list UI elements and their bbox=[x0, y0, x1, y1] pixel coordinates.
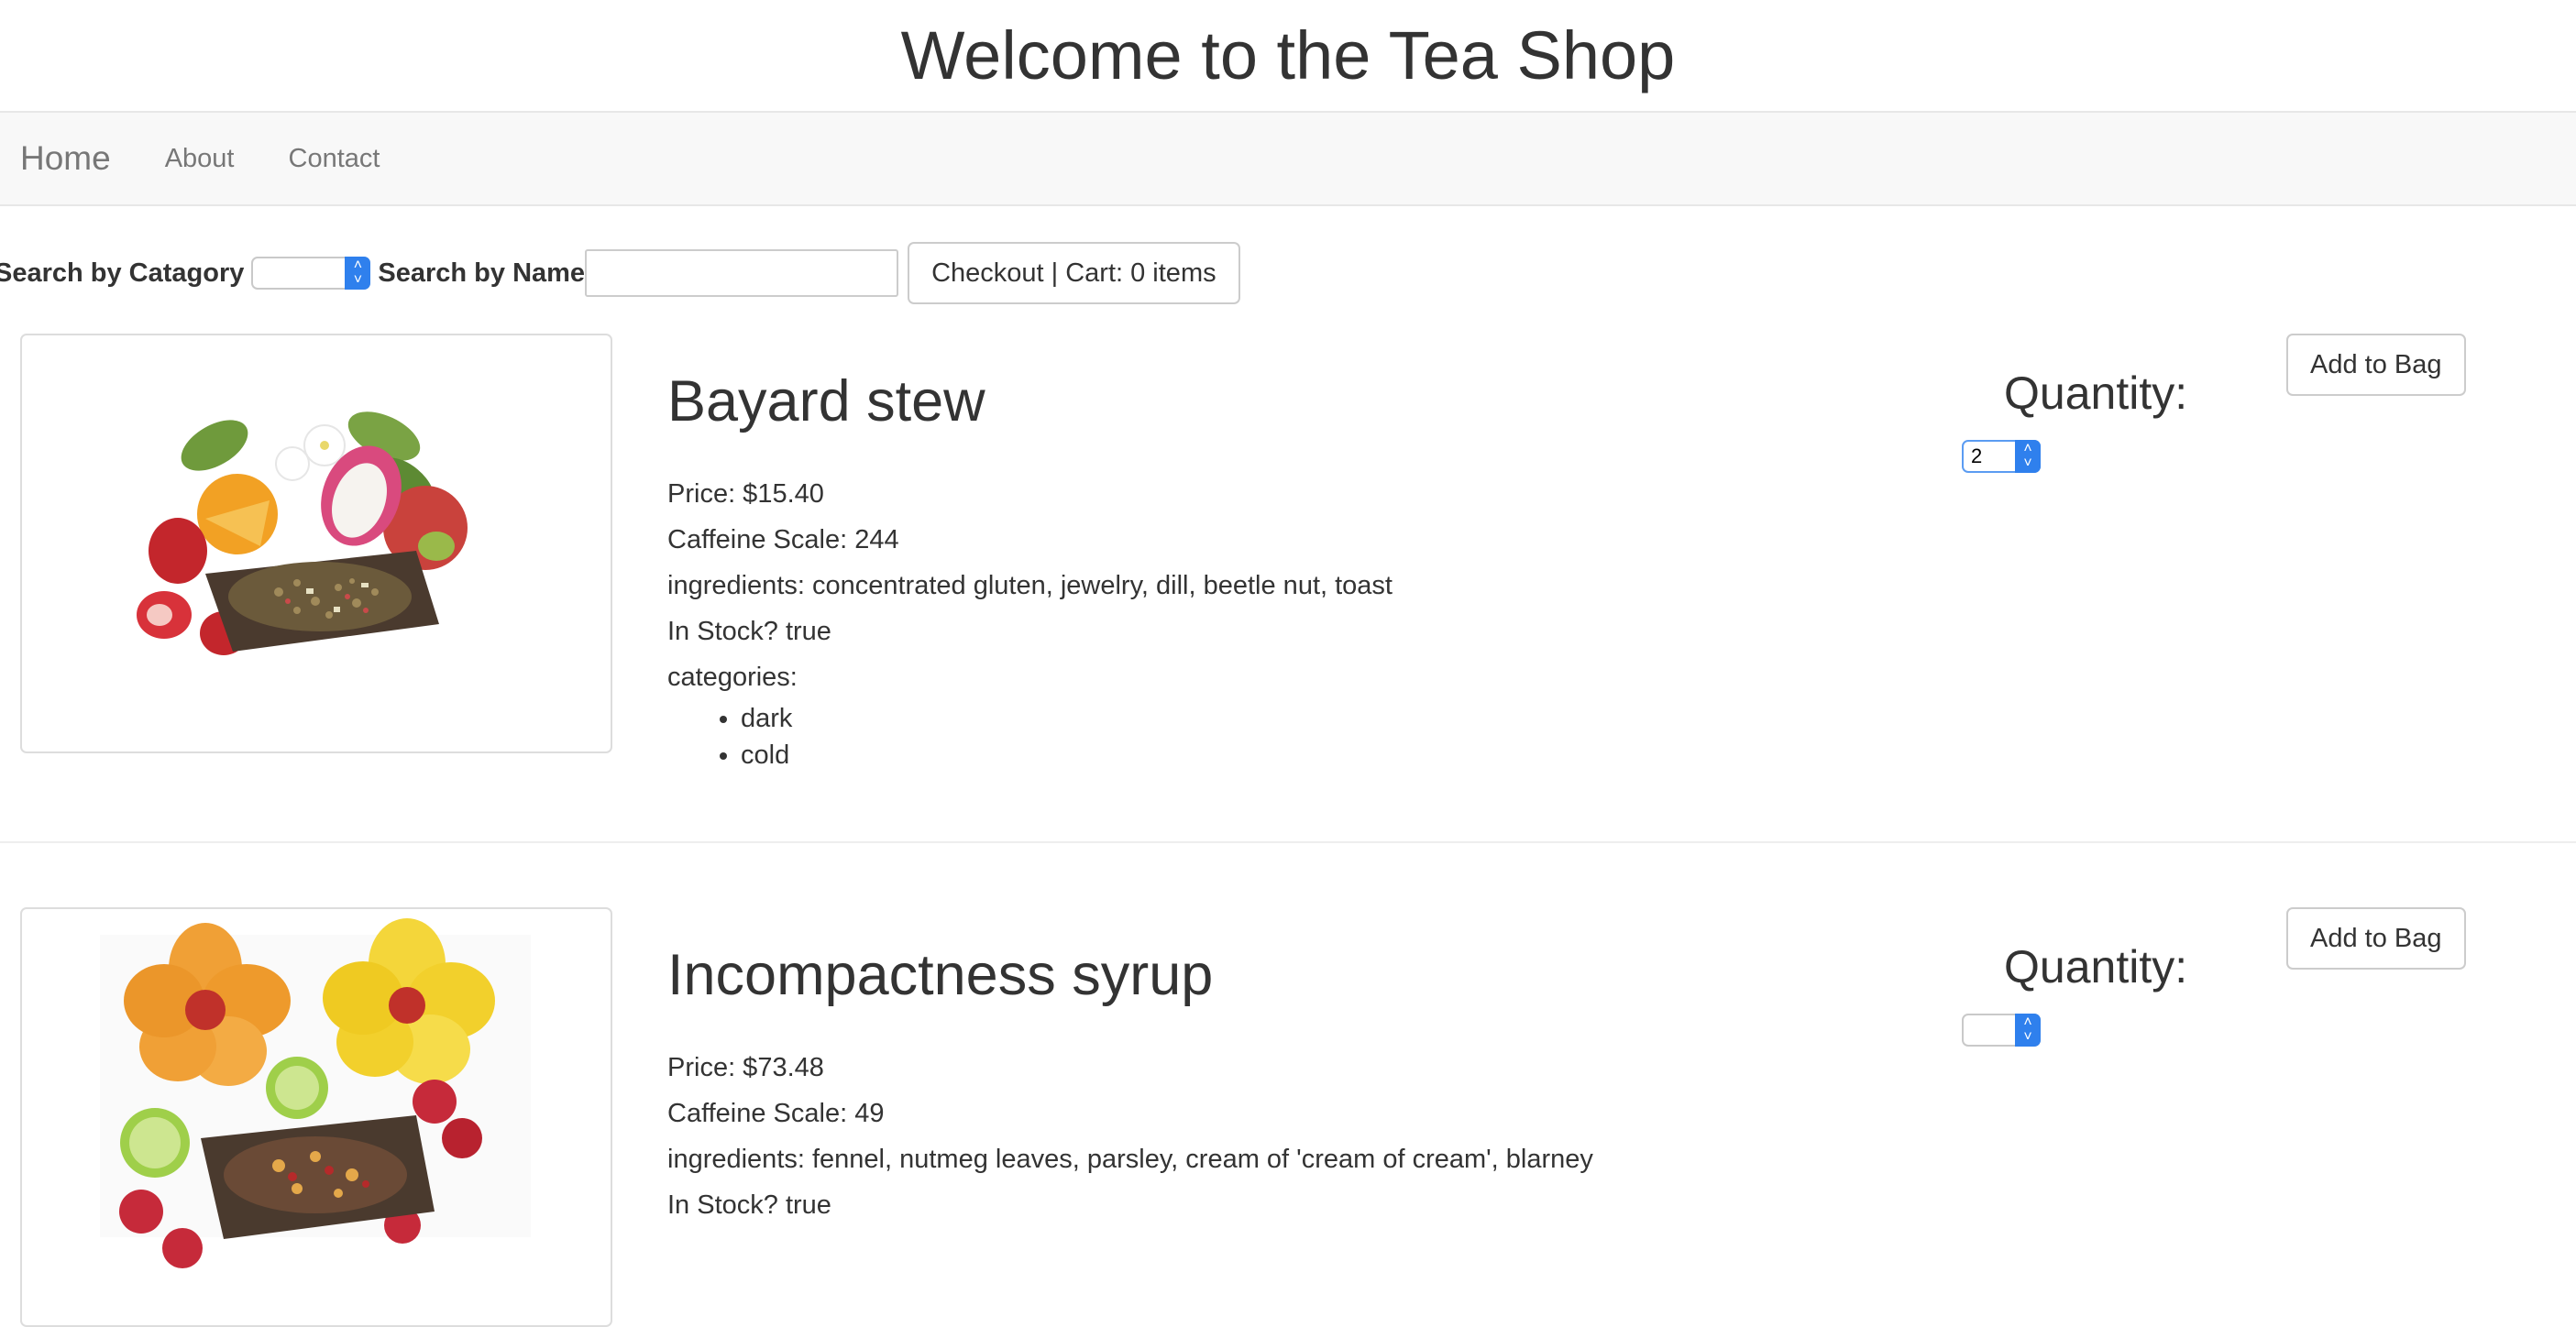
product-name: Incompactness syrup bbox=[667, 943, 1214, 1007]
list-item: cold bbox=[741, 737, 1393, 773]
product-caffeine: Caffeine Scale: 244 bbox=[667, 525, 899, 554]
product-caffeine: Caffeine Scale: 49 bbox=[667, 1099, 885, 1128]
chevron-up-down-icon: ˄ ˅ bbox=[2015, 1014, 2041, 1047]
category-list: dark cold bbox=[667, 700, 1393, 773]
product-stock: In Stock? true bbox=[667, 617, 831, 646]
product-price: Price: $73.48 bbox=[667, 1053, 824, 1082]
add-to-bag-button[interactable]: Add to Bag bbox=[2286, 334, 2466, 396]
quantity-select[interactable]: 2 ˄ ˅ bbox=[1962, 440, 2041, 473]
search-bar: Search by Catagory ˄ ˅ Search by Name Che… bbox=[0, 242, 1240, 304]
product-price: Price: $15.40 bbox=[667, 479, 824, 509]
navbar: Home About Contact bbox=[0, 111, 2576, 206]
quantity-label: Quantity: bbox=[2004, 941, 2188, 993]
page-title: Welcome to the Tea Shop bbox=[900, 17, 1676, 93]
category-select[interactable]: ˄ ˅ bbox=[251, 257, 371, 290]
quantity-label: Quantity: bbox=[2004, 367, 2188, 419]
product-stock: In Stock? true bbox=[667, 1190, 831, 1220]
product-categories-label: categories: bbox=[667, 663, 798, 692]
quantity-select[interactable]: ˄ ˅ bbox=[1962, 1014, 2041, 1047]
list-item: dark bbox=[741, 700, 1393, 737]
checkout-button[interactable]: Checkout | Cart: 0 items bbox=[908, 242, 1240, 304]
product-ingredients: ingredients: concentrated gluten, jewelr… bbox=[667, 571, 1393, 600]
chevron-up-down-icon: ˄ ˅ bbox=[2015, 440, 2041, 473]
add-to-bag-button[interactable]: Add to Bag bbox=[2286, 907, 2466, 970]
nav-about-link[interactable]: About bbox=[165, 144, 235, 174]
nav-contact-link[interactable]: Contact bbox=[289, 144, 380, 174]
divider bbox=[0, 841, 2576, 843]
name-search-input[interactable] bbox=[585, 249, 899, 297]
quantity-select-value: 2 bbox=[1971, 444, 1983, 467]
product-details: Price: $73.48 Caffeine Scale: 49 ingredi… bbox=[667, 1045, 1593, 1228]
nav-home-link[interactable]: Home bbox=[20, 139, 111, 178]
category-search-label: Search by Catagory bbox=[0, 258, 245, 288]
name-search-label: Search by Name bbox=[378, 258, 586, 288]
chevron-up-down-icon: ˄ ˅ bbox=[345, 257, 371, 290]
product-image bbox=[20, 907, 612, 1327]
product-ingredients: ingredients: fennel, nutmeg leaves, pars… bbox=[667, 1145, 1593, 1174]
product-name: Bayard stew bbox=[667, 369, 985, 433]
product-image bbox=[20, 334, 612, 753]
product-details: Price: $15.40 Caffeine Scale: 244 ingred… bbox=[667, 471, 1393, 773]
